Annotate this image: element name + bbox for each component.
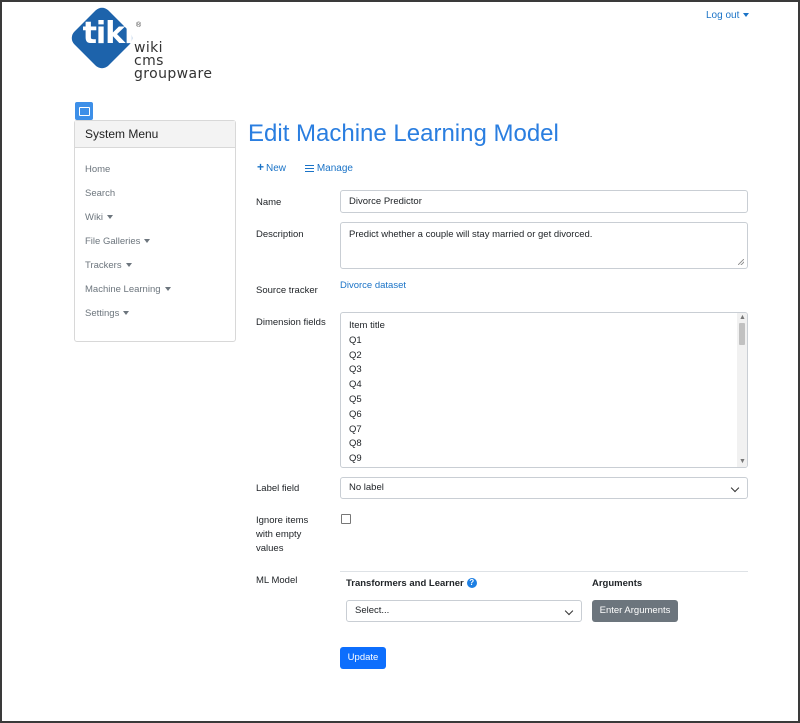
sidebar-item-label: File Galleries — [85, 236, 141, 247]
system-menu-list: Home Search Wiki File Galleries Trackers Mach… — [75, 148, 235, 330]
list-icon — [304, 164, 314, 172]
label-field-select[interactable]: No label — [340, 477, 748, 499]
sidebar-item-trackers[interactable]: Trackers — [75, 258, 235, 282]
caret-down-icon — [106, 215, 113, 220]
list-item[interactable]: Q7 — [341, 423, 747, 438]
page: Log out tiki ® wiki cms groupware System… — [2, 2, 798, 721]
description-field[interactable]: Predict whether a couple will stay marri… — [340, 222, 748, 269]
caret-down-icon — [125, 263, 132, 268]
ml-model-divider — [340, 571, 748, 572]
caret-down-icon — [743, 13, 750, 18]
name-label: Name — [256, 197, 282, 208]
sidebar-item-label: Wiki — [85, 212, 103, 223]
learner-select[interactable]: Select... — [346, 600, 582, 622]
ml-model-label: ML Model — [256, 575, 298, 586]
scroll-down-icon[interactable]: ▼ — [739, 458, 746, 466]
manage-button[interactable]: Manage — [304, 163, 353, 174]
page-title: Edit Machine Learning Model — [248, 120, 559, 147]
update-button[interactable]: Update — [340, 647, 386, 669]
sidebar-item-label: Machine Learning — [85, 284, 161, 295]
sidebar-item-machine-learning[interactable]: Machine Learning — [75, 282, 235, 306]
dimension-fields-options: Item title Q1 Q2 Q3 Q4 Q5 Q6 Q7 Q8 Q9 — [341, 313, 747, 467]
chevron-down-icon — [564, 606, 574, 616]
caret-down-icon — [164, 287, 171, 292]
sidebar-item-label: Settings — [85, 308, 120, 319]
chevron-down-icon — [730, 483, 740, 493]
source-tracker-label: Source tracker — [256, 285, 318, 296]
new-label: New — [266, 163, 287, 174]
list-item[interactable]: Q8 — [341, 437, 747, 452]
sidebar-item-search[interactable]: Search — [75, 186, 235, 210]
logo-registered: ® — [136, 22, 142, 29]
name-field[interactable]: Divorce Predictor — [340, 190, 748, 213]
ignore-items-checkbox[interactable] — [341, 514, 351, 524]
scroll-thumb[interactable] — [739, 323, 745, 345]
description-value: Predict whether a couple will stay marri… — [349, 229, 593, 240]
new-button[interactable]: + New — [257, 160, 287, 174]
resize-grip-icon[interactable] — [738, 259, 744, 265]
list-item[interactable]: Q1 — [341, 334, 747, 349]
system-menu-title: System Menu — [75, 121, 235, 148]
list-item[interactable]: Item title — [341, 319, 747, 334]
page-toolbar: + New Manage — [257, 160, 369, 174]
sidebar-item-label: Trackers — [85, 260, 122, 271]
transformers-header-text: Transformers and Learner — [346, 578, 464, 589]
label-field-value: No label — [349, 482, 384, 493]
listbox-scrollbar[interactable]: ▲ ▼ — [737, 313, 747, 467]
sidebar-item-label: Home — [85, 164, 111, 175]
list-item[interactable]: Q9 — [341, 452, 747, 467]
dimension-fields-listbox[interactable]: Item title Q1 Q2 Q3 Q4 Q5 Q6 Q7 Q8 Q9 ▲ ▼ — [340, 312, 748, 468]
ignore-items-label: Ignore items with empty values — [256, 515, 309, 554]
list-item[interactable]: Q2 — [341, 349, 747, 364]
label-field-label: Label field — [256, 483, 300, 494]
logout-label: Log out — [706, 10, 740, 21]
sidebar-item-settings[interactable]: Settings — [75, 306, 235, 330]
list-item[interactable]: Q5 — [341, 393, 747, 408]
system-menu: System Menu Home Search Wiki File Galleries… — [74, 120, 236, 342]
list-item[interactable]: Q4 — [341, 378, 747, 393]
logo-mark: tiki — [82, 16, 135, 51]
source-tracker-link[interactable]: Divorce dataset — [340, 280, 406, 291]
caret-down-icon — [144, 239, 151, 244]
logo-line-3: groupware — [134, 66, 213, 82]
scroll-up-icon[interactable]: ▲ — [739, 314, 746, 322]
sidebar-item-home[interactable]: Home — [75, 162, 235, 186]
logo-wordmark: wiki cms groupware — [134, 41, 213, 82]
manage-label: Manage — [316, 163, 353, 174]
sidebar-item-wiki[interactable]: Wiki — [75, 210, 235, 234]
plus-icon: + — [257, 160, 265, 174]
enter-arguments-button[interactable]: Enter Arguments — [592, 600, 678, 622]
sidebar-item-file-galleries[interactable]: File Galleries — [75, 234, 235, 258]
sidebar-item-label: Search — [85, 188, 116, 199]
list-item[interactable]: Q3 — [341, 363, 747, 378]
logout-menu[interactable]: Log out — [706, 10, 750, 21]
learner-select-value: Select... — [355, 605, 390, 616]
list-item[interactable]: Q6 — [341, 408, 747, 423]
dimension-fields-label: Dimension fields — [256, 317, 326, 328]
description-label: Description — [256, 229, 304, 240]
tiki-logo[interactable]: tiki ® wiki cms groupware — [68, 4, 224, 90]
transformers-header: Transformers and Learner? — [346, 578, 477, 589]
arguments-header: Arguments — [592, 578, 643, 589]
toggle-sidebar-icon[interactable] — [75, 102, 93, 120]
help-icon[interactable]: ? — [466, 578, 477, 589]
caret-down-icon — [123, 311, 130, 316]
